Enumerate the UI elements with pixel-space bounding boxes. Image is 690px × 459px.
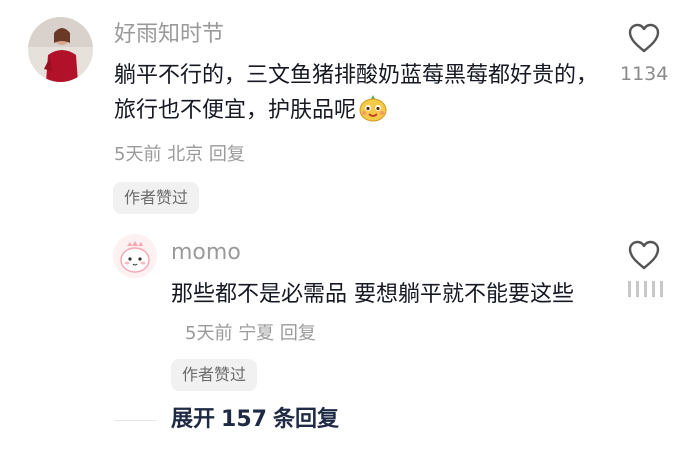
expand-divider bbox=[114, 420, 156, 421]
expand-count: 157 bbox=[221, 407, 267, 432]
expand-suffix: 条回复 bbox=[272, 407, 339, 432]
heart-outline-icon bbox=[628, 23, 660, 53]
comment-text-body: 躺平不行的，三文鱼猪排酸奶蓝莓黑莓都好贵的，旅行也不便宜，护肤品呢 bbox=[114, 63, 599, 123]
comment-meta: 5天前 北京 回复 bbox=[114, 143, 245, 167]
expand-prefix: 展开 bbox=[171, 407, 216, 432]
reply-text-body: 那些都不是必需品 要想躺平就不能要这些 bbox=[171, 282, 574, 307]
reply-reply-button[interactable]: 回复 bbox=[280, 323, 316, 344]
comment-thread: 好雨知时节 躺平不行的，三文鱼猪排酸奶蓝莓黑莓都好贵的，旅行也不便宜，护肤品呢 … bbox=[0, 0, 690, 459]
reply-button[interactable]: 回复 bbox=[209, 144, 245, 165]
reply-username[interactable]: momo bbox=[171, 239, 241, 267]
reply-author-liked-badge: 作者赞过 bbox=[171, 359, 258, 391]
blurred-like-count-icon bbox=[626, 278, 670, 300]
heart-outline-icon bbox=[628, 240, 660, 270]
comment-text: 躺平不行的，三文鱼猪排酸奶蓝莓黑莓都好贵的，旅行也不便宜，护肤品呢 bbox=[114, 59, 614, 128]
comment-username[interactable]: 好雨知时节 bbox=[114, 21, 224, 49]
avatar[interactable] bbox=[28, 17, 93, 82]
reply-meta: 5天前 宁夏 回复 bbox=[185, 323, 316, 344]
comment-time: 5天前 bbox=[114, 144, 162, 165]
like-button[interactable] bbox=[627, 22, 661, 54]
reply-location: 宁夏 bbox=[238, 323, 275, 344]
avatar-woman-red-dress-icon bbox=[28, 17, 93, 82]
reply-avatar[interactable] bbox=[113, 234, 157, 278]
reply-time: 5天前 bbox=[185, 323, 233, 344]
like-count: 1134 bbox=[620, 63, 669, 85]
expand-replies-button[interactable]: 展开 157 条回复 bbox=[171, 406, 339, 434]
author-liked-badge: 作者赞过 bbox=[113, 182, 200, 214]
avatar-pink-cartoon-icon bbox=[113, 234, 157, 278]
smiling-cartoon-face-emoji-icon bbox=[359, 95, 387, 122]
comment-location: 北京 bbox=[167, 144, 204, 165]
reply-like-button[interactable] bbox=[627, 239, 661, 271]
reply-text: 那些都不是必需品 要想躺平就不能要这些 5天前 宁夏 回复 bbox=[171, 276, 591, 353]
